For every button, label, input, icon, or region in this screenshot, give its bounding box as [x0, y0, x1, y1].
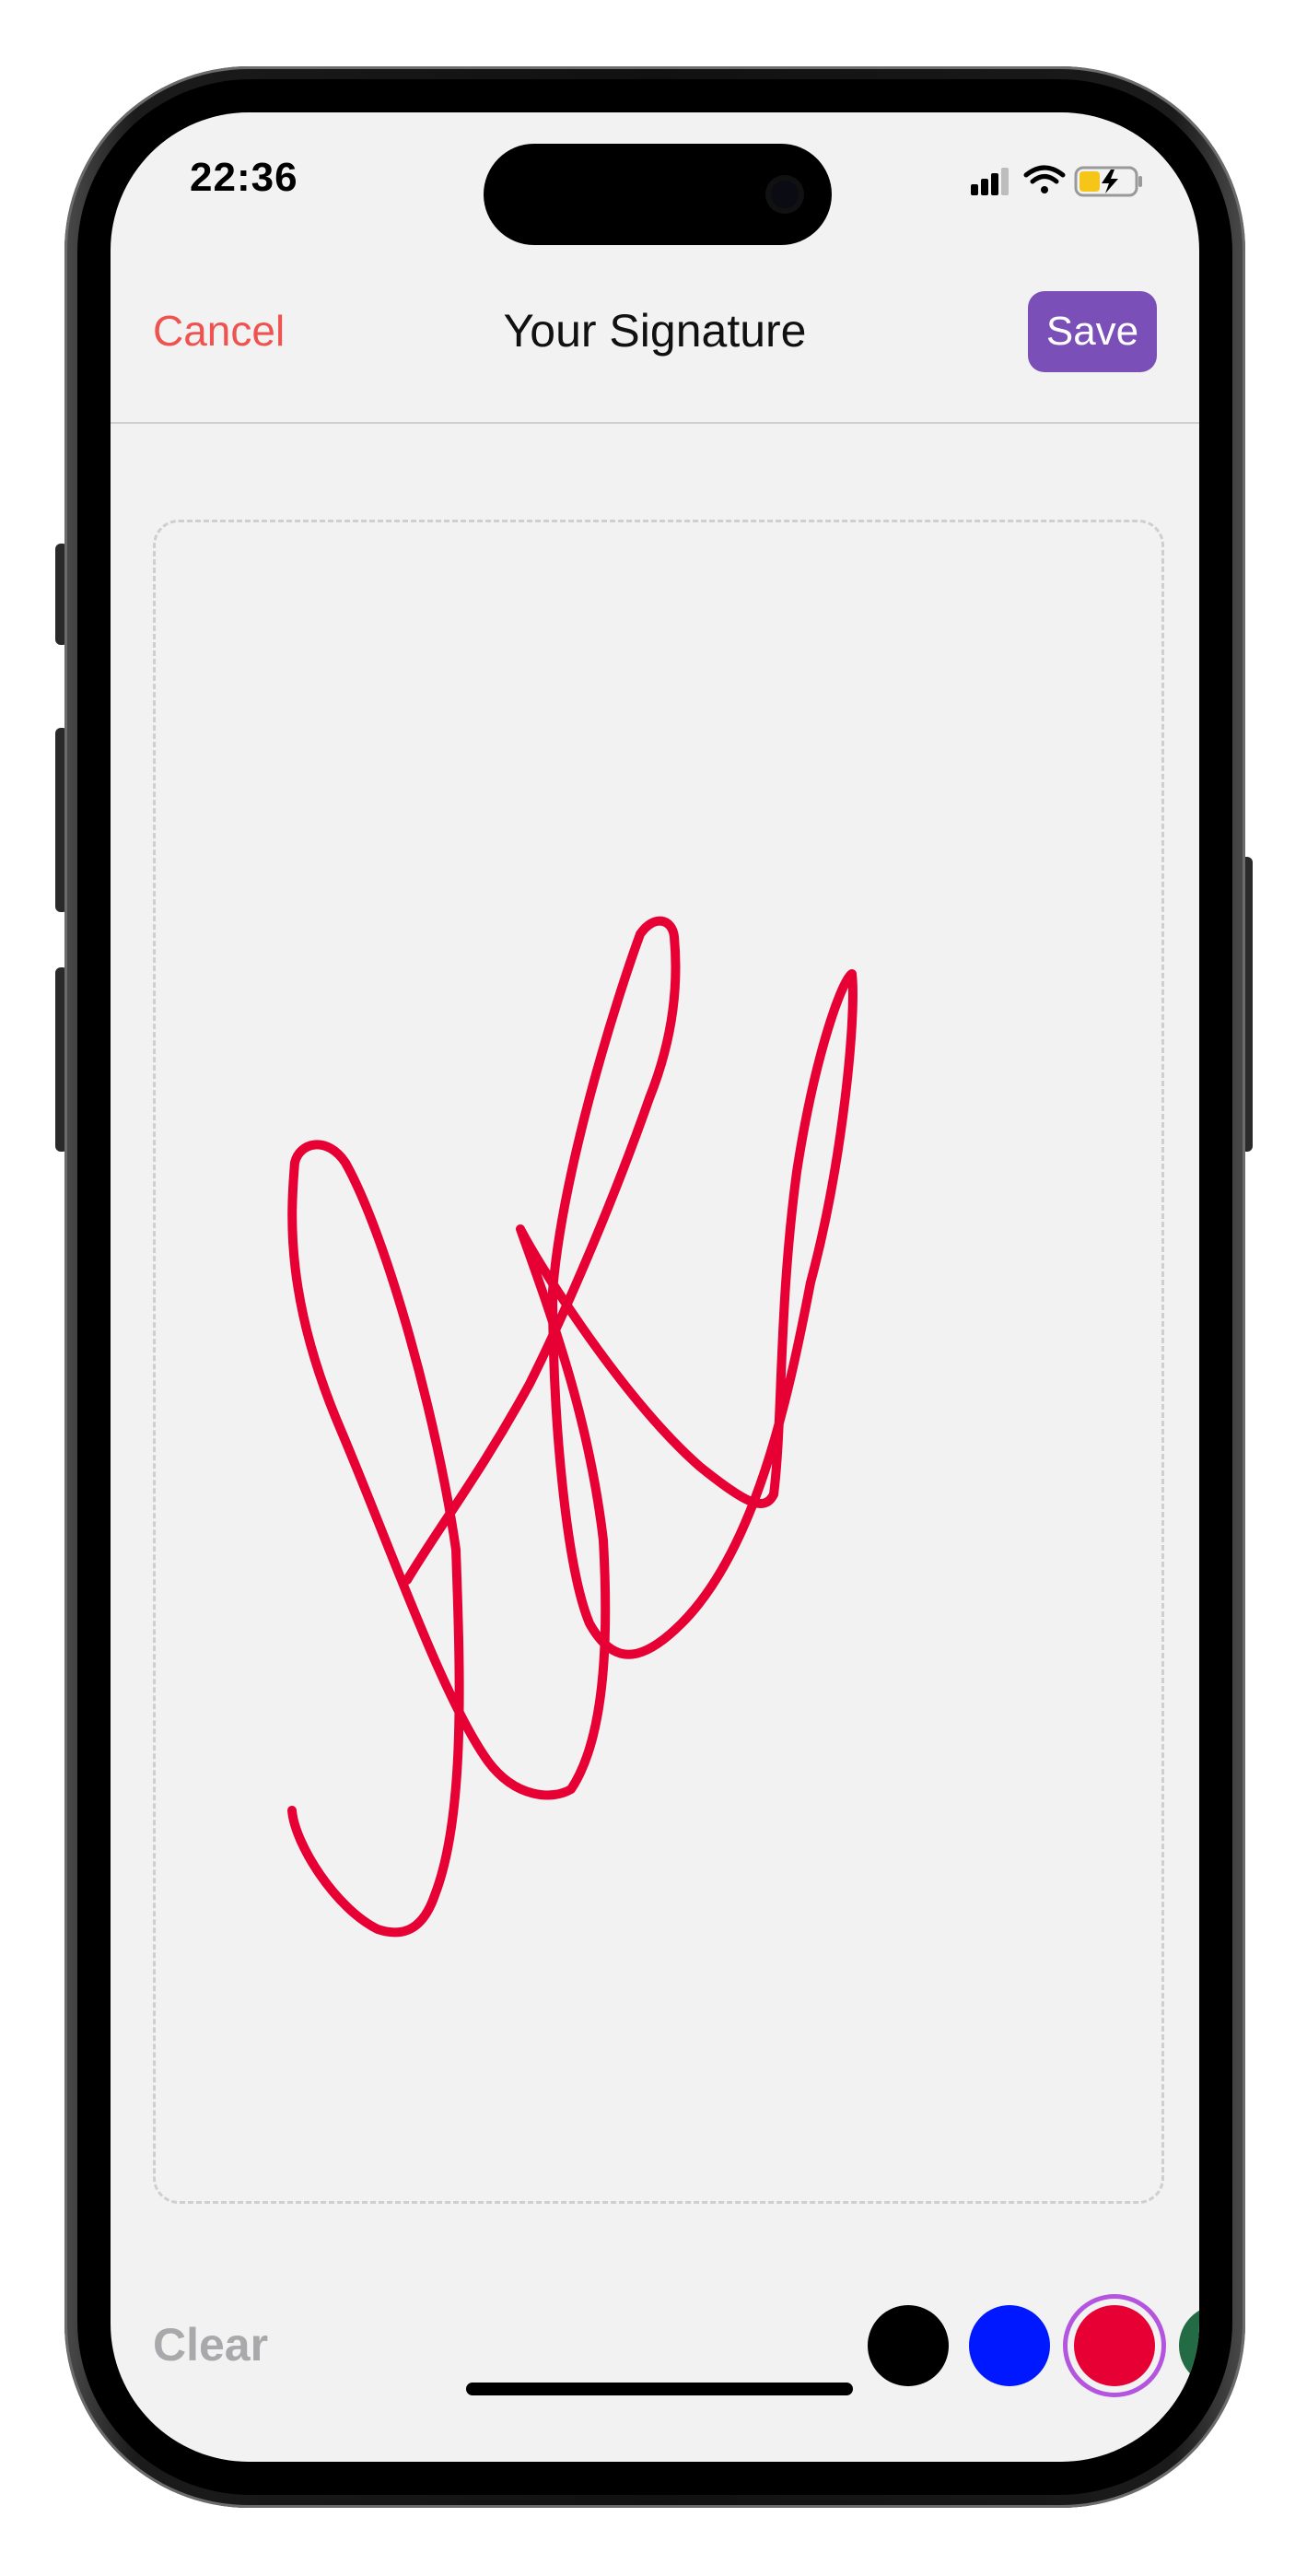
home-indicator[interactable]	[466, 2383, 853, 2395]
cancel-button[interactable]: Cancel	[153, 306, 285, 356]
status-icons	[971, 165, 1142, 197]
color-swatch-green[interactable]	[1179, 2305, 1199, 2386]
clear-button[interactable]: Clear	[153, 2318, 268, 2371]
battery-charging-icon	[1074, 166, 1142, 197]
wifi-icon	[1023, 165, 1066, 193]
color-swatch-red[interactable]	[1074, 2305, 1155, 2386]
camera-icon	[765, 175, 804, 214]
color-swatch-black[interactable]	[868, 2305, 949, 2386]
app-screen: 22:36 Cancel Your Signature Save Clear	[111, 112, 1199, 2462]
dynamic-island	[484, 144, 832, 245]
phone-frame: 22:36 Cancel Your Signature Save Clear	[64, 66, 1245, 2508]
status-time: 22:36	[190, 155, 298, 200]
signal-icon	[971, 168, 1009, 195]
color-swatch-blue[interactable]	[969, 2305, 1050, 2386]
save-button[interactable]: Save	[1028, 291, 1157, 372]
nav-divider	[111, 422, 1199, 424]
signature-canvas[interactable]	[153, 520, 1164, 2204]
